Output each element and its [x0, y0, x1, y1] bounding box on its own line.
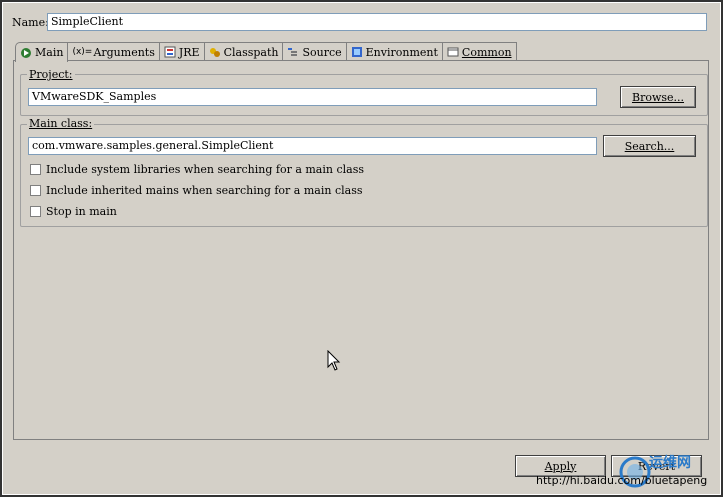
tab-label: Environment	[365, 45, 438, 59]
tab-label: Main	[35, 46, 64, 59]
stop-in-main-checkbox[interactable]	[30, 206, 41, 217]
watermark-logo-text: 运维网	[649, 455, 691, 471]
watermark-url: http://hi.baidu.com/bluetapeng	[536, 474, 708, 487]
tab-label: Source	[302, 45, 342, 59]
include-system-libraries-option[interactable]: Include system libraries when searching …	[30, 163, 364, 176]
include-inherited-mains-checkbox[interactable]	[30, 185, 41, 196]
search-button[interactable]: Search...	[603, 135, 696, 157]
option-label: Include system libraries when searching …	[46, 163, 364, 176]
tab-label: JRE	[178, 45, 200, 59]
main-tab-panel	[13, 60, 709, 440]
main-class-group-title: Main class:	[27, 117, 95, 130]
source-icon	[287, 46, 299, 58]
tab-label: Arguments	[93, 45, 155, 59]
name-label: Name:	[12, 16, 49, 29]
include-inherited-mains-option[interactable]: Include inherited mains when searching f…	[30, 184, 362, 197]
common-icon	[447, 46, 459, 58]
tab-bar: Main (x)= Arguments JRE Classpath Source…	[15, 42, 517, 62]
tab-source[interactable]: Source	[282, 42, 347, 61]
tab-classpath[interactable]: Classpath	[203, 42, 284, 61]
name-input[interactable]: SimpleClient	[47, 13, 707, 31]
include-system-libraries-checkbox[interactable]	[30, 164, 41, 175]
browse-button[interactable]: Browse...	[620, 86, 696, 108]
tab-common[interactable]: Common	[441, 42, 517, 61]
main-class-input[interactable]: com.vmware.samples.general.SimpleClient	[28, 137, 597, 155]
option-label: Stop in main	[46, 205, 117, 218]
tab-arguments[interactable]: (x)= Arguments	[67, 42, 160, 61]
main-tab-icon	[20, 47, 32, 59]
project-input[interactable]: VMwareSDK_Samples	[28, 88, 597, 106]
classpath-icon	[209, 46, 221, 58]
tab-jre[interactable]: JRE	[158, 42, 205, 61]
mouse-cursor-icon	[327, 349, 341, 375]
project-group-title: Project:	[27, 68, 75, 81]
tab-label: Classpath	[223, 45, 279, 59]
arguments-icon: (x)=	[72, 47, 93, 57]
tab-main[interactable]: Main	[15, 42, 69, 62]
tab-label: Common	[461, 45, 512, 59]
environment-icon	[351, 46, 363, 58]
option-label: Include inherited mains when searching f…	[46, 184, 363, 197]
tab-environment[interactable]: Environment	[345, 42, 443, 61]
stop-in-main-option[interactable]: Stop in main	[30, 205, 117, 218]
jre-icon	[164, 46, 176, 58]
